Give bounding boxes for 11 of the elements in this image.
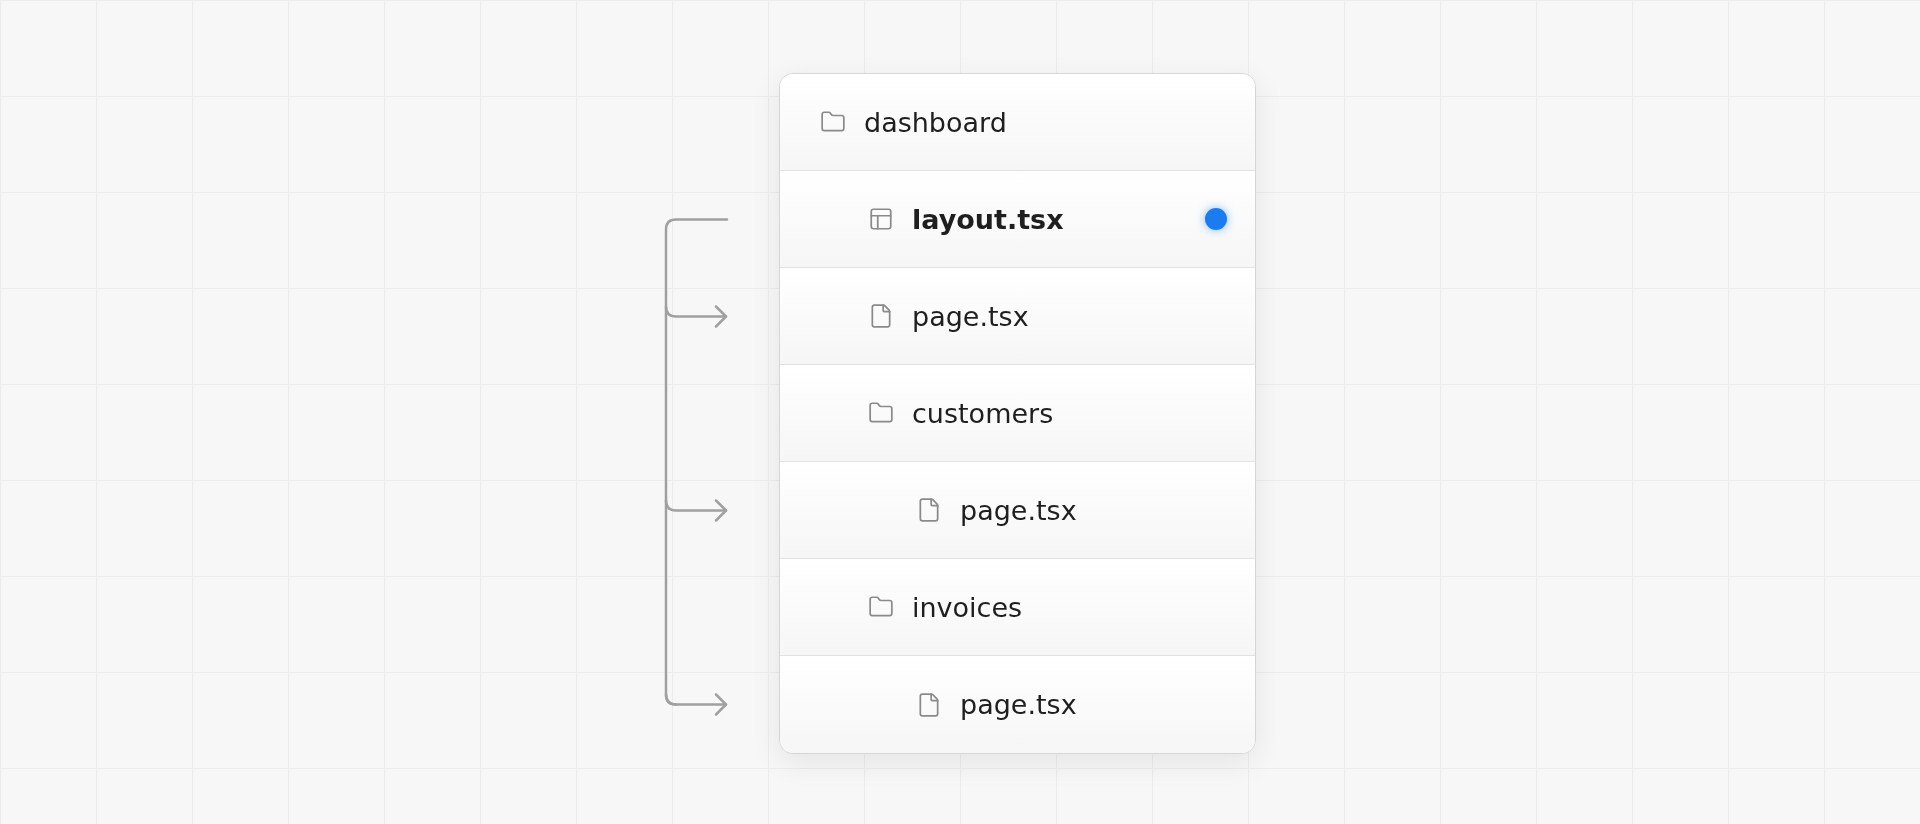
folder-icon xyxy=(868,400,894,426)
file-name[interactable]: layout.tsx xyxy=(912,203,1187,235)
status-dot xyxy=(1205,208,1227,230)
file-name[interactable]: page.tsx xyxy=(960,689,1227,720)
file-icon xyxy=(916,691,942,718)
layout-icon xyxy=(868,206,894,232)
folder-icon xyxy=(868,594,894,620)
file-name[interactable]: page.tsx xyxy=(960,494,1227,526)
file-icon xyxy=(916,497,942,523)
file-icon xyxy=(868,303,894,329)
folder-icon xyxy=(820,109,846,135)
